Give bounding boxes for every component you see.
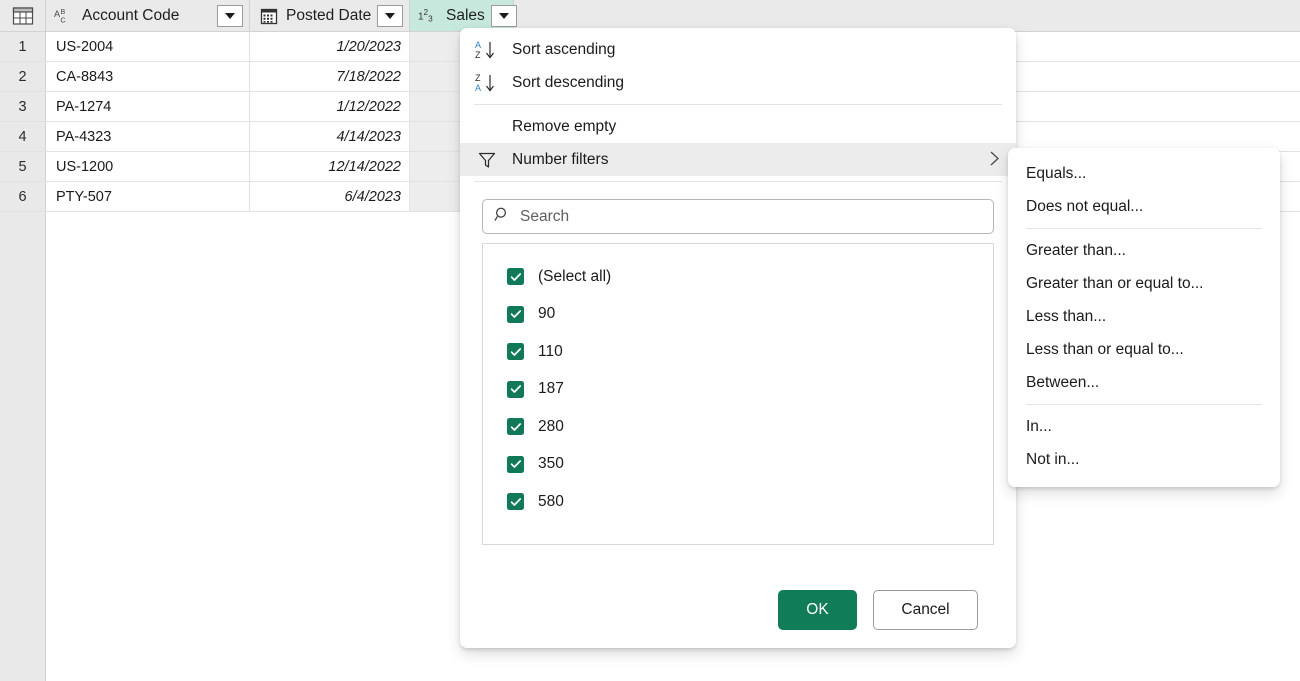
menu-divider xyxy=(474,181,1002,182)
cancel-button[interactable]: Cancel xyxy=(873,590,978,630)
filter-menu-list: A Z Sort ascending Z A xyxy=(460,28,1016,182)
submenu-divider xyxy=(1026,404,1262,405)
checkbox-checked-icon[interactable] xyxy=(507,493,524,510)
search-icon xyxy=(494,206,511,228)
column-header-label: Sales xyxy=(446,7,485,25)
cell-posted-date[interactable]: 6/4/2023 xyxy=(250,182,410,211)
filter-value-item[interactable]: 350 xyxy=(483,446,993,484)
filter-value-label: 187 xyxy=(538,380,564,398)
chevron-right-icon xyxy=(989,150,1000,170)
filter-value-label: 90 xyxy=(538,305,555,323)
cell-posted-date[interactable]: 1/20/2023 xyxy=(250,32,410,61)
funnel-filter-icon xyxy=(474,150,500,170)
search-placeholder: Search xyxy=(520,208,569,226)
submenu-item-does-not-equal[interactable]: Does not equal... xyxy=(1008,190,1280,223)
filter-value-item[interactable]: 110 xyxy=(483,333,993,371)
svg-text:Z: Z xyxy=(475,50,481,60)
123-number-type-icon: 1 2 3 xyxy=(418,6,440,26)
menu-item-sort-descending[interactable]: Z A Sort descending xyxy=(460,66,1016,99)
cell-posted-date[interactable]: 4/14/2023 xyxy=(250,122,410,151)
menu-item-label: Sort ascending xyxy=(512,41,1000,59)
cell-account-code[interactable]: US-1200 xyxy=(46,152,250,181)
sales-filter-dropdown-button[interactable] xyxy=(491,5,517,27)
cell-account-code[interactable]: PTY-507 xyxy=(46,182,250,211)
menu-item-number-filters[interactable]: Number filters xyxy=(460,143,1016,176)
svg-text:A: A xyxy=(475,40,481,50)
dialog-button-row: OK Cancel xyxy=(460,590,1016,630)
submenu-item-less-than[interactable]: Less than... xyxy=(1008,300,1280,333)
menu-item-label: Number filters xyxy=(512,151,977,169)
row-number[interactable]: 3 xyxy=(0,92,46,121)
menu-item-remove-empty[interactable]: Remove empty xyxy=(460,110,1016,143)
row-number[interactable]: 6 xyxy=(0,182,46,211)
filter-value-label: (Select all) xyxy=(538,268,611,286)
checkbox-checked-icon[interactable] xyxy=(507,381,524,398)
checkbox-checked-icon[interactable] xyxy=(507,306,524,323)
power-query-filter-screen: A B C Account Code Posted Date xyxy=(0,0,1300,681)
sort-ascending-az-icon: A Z xyxy=(474,39,500,61)
filter-value-label: 110 xyxy=(538,343,563,361)
number-filters-submenu: Equals...Does not equal... Greater than..… xyxy=(1008,148,1280,487)
search-area: Search xyxy=(460,187,1016,234)
column-header-label: Account Code xyxy=(82,7,179,25)
row-number[interactable]: 5 xyxy=(0,152,46,181)
value-search-input[interactable]: Search xyxy=(482,199,994,234)
account-code-filter-dropdown-button[interactable] xyxy=(217,5,243,27)
filter-value-item[interactable]: 90 xyxy=(483,296,993,334)
sales-filter-dropdown-panel: A Z Sort ascending Z A xyxy=(460,28,1016,648)
table-icon xyxy=(12,6,34,26)
chevron-down-icon xyxy=(499,13,509,19)
cell-posted-date[interactable]: 1/12/2022 xyxy=(250,92,410,121)
filter-value-label: 280 xyxy=(538,418,564,436)
filter-value-item[interactable]: 580 xyxy=(483,483,993,521)
select-all-grid-icon[interactable] xyxy=(0,0,46,31)
sort-descending-za-icon: Z A xyxy=(474,72,500,94)
checkbox-checked-icon[interactable] xyxy=(507,456,524,473)
filter-value-label: 350 xyxy=(538,455,564,473)
svg-text:C: C xyxy=(60,15,66,24)
svg-text:A: A xyxy=(475,83,481,93)
submenu-item-equals[interactable]: Equals... xyxy=(1008,157,1280,190)
submenu-item-greater-than-or-equal-to[interactable]: Greater than or equal to... xyxy=(1008,267,1280,300)
row-number[interactable]: 1 xyxy=(0,32,46,61)
filter-value-item[interactable]: 187 xyxy=(483,371,993,409)
calendar-date-type-icon xyxy=(258,6,280,26)
cell-posted-date[interactable]: 7/18/2022 xyxy=(250,62,410,91)
column-header-account-code[interactable]: A B C Account Code xyxy=(46,0,250,31)
cell-posted-date[interactable]: 12/14/2022 xyxy=(250,152,410,181)
submenu-item-less-than-or-equal-to[interactable]: Less than or equal to... xyxy=(1008,333,1280,366)
ok-button[interactable]: OK xyxy=(778,590,857,630)
filter-value-label: 580 xyxy=(538,493,564,511)
submenu-item-between[interactable]: Between... xyxy=(1008,366,1280,399)
column-header-sales[interactable]: 1 2 3 Sales xyxy=(410,0,514,31)
checkbox-checked-icon[interactable] xyxy=(507,343,524,360)
chevron-down-icon xyxy=(385,13,395,19)
cell-account-code[interactable]: US-2004 xyxy=(46,32,250,61)
filter-value-list[interactable]: (Select all) 90 110 187 280 350 580 xyxy=(482,243,994,545)
cell-account-code[interactable]: PA-4323 xyxy=(46,122,250,151)
menu-divider xyxy=(474,104,1002,105)
filter-value-item[interactable]: (Select all) xyxy=(483,258,993,296)
menu-item-sort-ascending[interactable]: A Z Sort ascending xyxy=(460,33,1016,66)
submenu-item-not-in[interactable]: Not in... xyxy=(1008,443,1280,476)
submenu-item-greater-than[interactable]: Greater than... xyxy=(1008,234,1280,267)
column-header-posted-date[interactable]: Posted Date xyxy=(250,0,410,31)
menu-item-label: Sort descending xyxy=(512,74,1000,92)
svg-text:3: 3 xyxy=(428,14,433,23)
checkbox-checked-icon[interactable] xyxy=(507,418,524,435)
cell-account-code[interactable]: CA-8843 xyxy=(46,62,250,91)
submenu-divider xyxy=(1026,228,1262,229)
posted-date-filter-dropdown-button[interactable] xyxy=(377,5,403,27)
menu-item-label: Remove empty xyxy=(512,118,1000,136)
submenu-item-in[interactable]: In... xyxy=(1008,410,1280,443)
column-header-label: Posted Date xyxy=(286,7,371,25)
row-number[interactable]: 2 xyxy=(0,62,46,91)
checkbox-checked-icon[interactable] xyxy=(507,268,524,285)
row-number[interactable]: 4 xyxy=(0,122,46,151)
filter-value-item[interactable]: 280 xyxy=(483,408,993,446)
svg-text:Z: Z xyxy=(475,73,481,83)
chevron-down-icon xyxy=(225,13,235,19)
cell-account-code[interactable]: PA-1274 xyxy=(46,92,250,121)
abc-text-type-icon: A B C xyxy=(54,6,76,26)
